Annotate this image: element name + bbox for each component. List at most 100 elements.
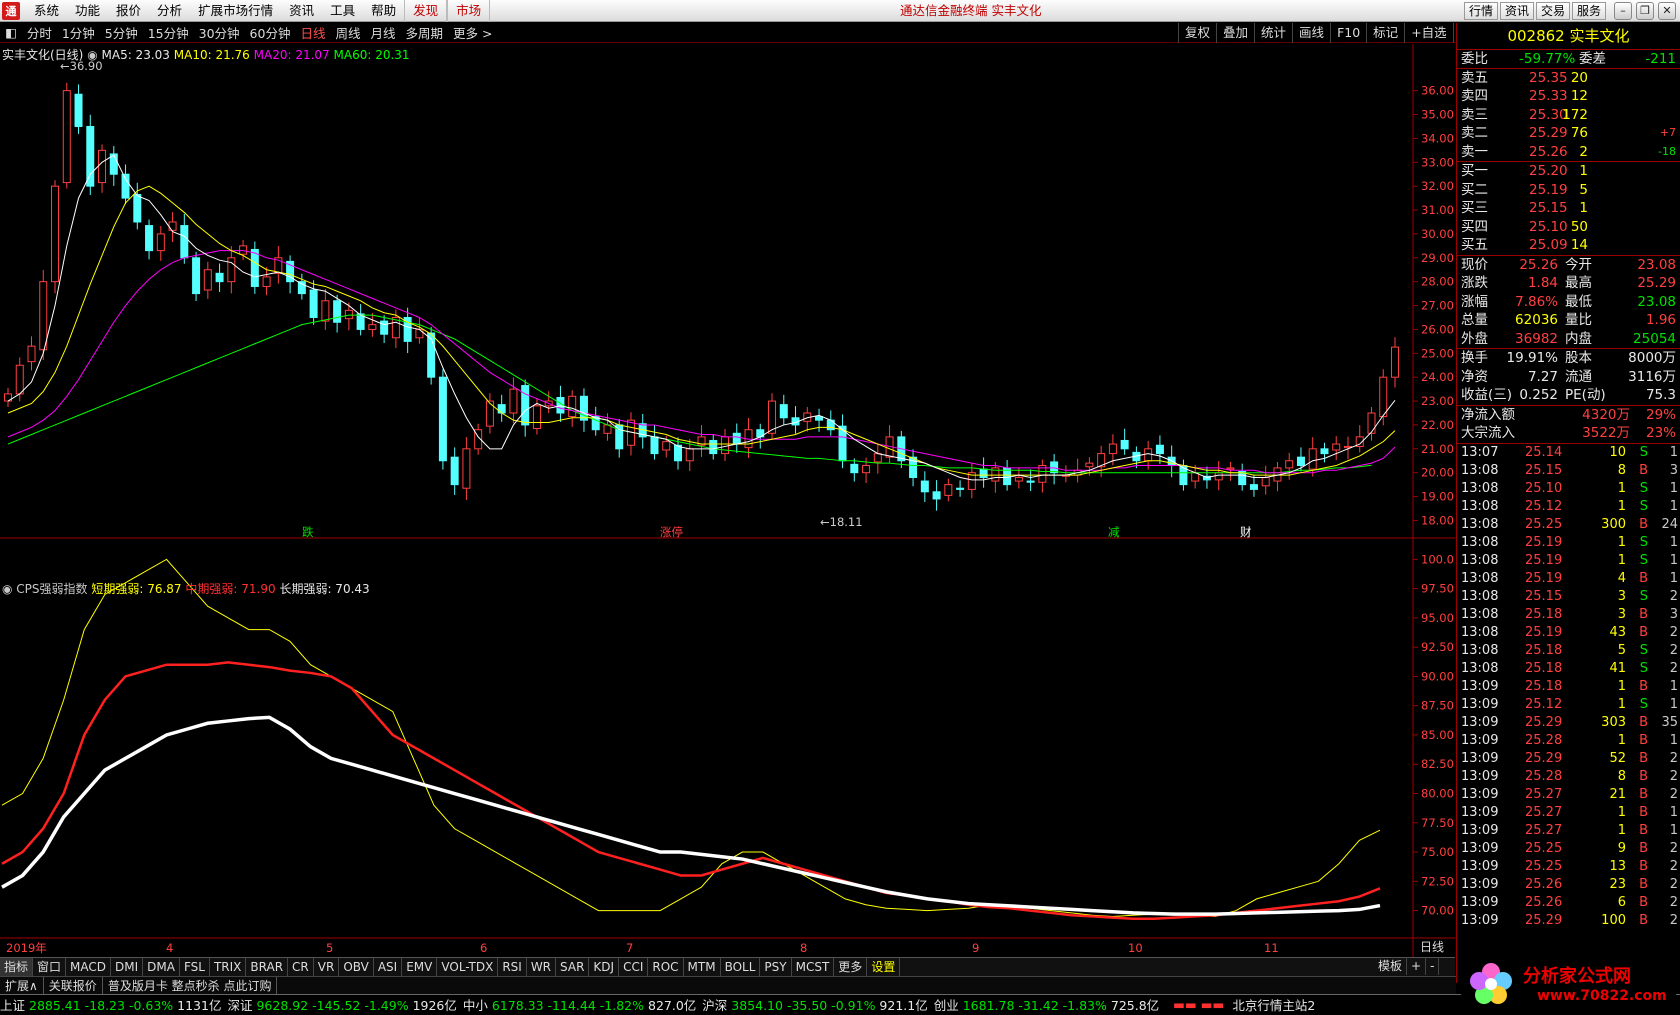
index-amount: 921.1亿 xyxy=(875,997,928,1013)
menu-quote[interactable]: 报价 xyxy=(108,0,149,22)
index-quote[interactable]: 上证 2885.41 -18.23 -0.63% 1131亿 xyxy=(0,995,221,1014)
app-logo-icon[interactable]: 通 xyxy=(2,1,20,20)
indicator-tab[interactable]: BRAR xyxy=(246,958,289,976)
panel-toggle-icon[interactable]: ◧ xyxy=(0,25,22,40)
template-button[interactable]: 模板 xyxy=(1374,957,1408,975)
zoom-out-button[interactable]: - xyxy=(1426,957,1440,975)
indicator-toggle-icon[interactable]: ◉ xyxy=(2,582,16,596)
menu-info[interactable]: 资讯 xyxy=(281,0,322,22)
menu-analysis[interactable]: 分析 xyxy=(149,0,190,22)
indicator-tab[interactable]: KDJ xyxy=(589,958,620,976)
legend-toggle-icon[interactable]: ◉ xyxy=(87,48,101,62)
menu-discover[interactable]: 发现 xyxy=(404,0,448,22)
zoom-in-button[interactable]: + xyxy=(1407,957,1427,975)
indicator-tab[interactable]: DMA xyxy=(143,958,180,976)
stat-value: 1.84 xyxy=(1527,275,1558,291)
tool-mark[interactable]: 标记 xyxy=(1366,23,1404,43)
period-tab-60min[interactable]: 60分钟 xyxy=(245,23,296,42)
indicator-tab[interactable]: RSI xyxy=(498,958,527,976)
period-tab-timeshare[interactable]: 分时 xyxy=(22,23,57,42)
index-percent: -1.49% xyxy=(360,997,409,1013)
indicator-tab[interactable]: VOL-TDX xyxy=(437,958,499,976)
index-quote[interactable]: 中小 6178.33 -114.44 -1.82% 827.0亿 xyxy=(463,995,696,1014)
indicator-tab[interactable]: 窗口 xyxy=(33,958,67,976)
period-tab-more[interactable]: 更多 > xyxy=(448,23,497,42)
indicator-tab[interactable]: BOLL xyxy=(721,958,761,976)
indicator-tab[interactable]: MTM xyxy=(684,958,721,976)
index-quote[interactable]: 深证 9628.92 -145.52 -1.49% 1926亿 xyxy=(227,995,456,1014)
indicator-tab[interactable]: 更多 xyxy=(834,958,868,976)
menu-tools[interactable]: 工具 xyxy=(322,0,363,22)
indicator-tab[interactable]: 设置 xyxy=(867,958,901,976)
promo-link[interactable]: 普及版月卡 整点秒杀 点此订购 xyxy=(103,977,278,994)
indicator-tab[interactable]: MACD xyxy=(66,958,112,976)
period-tab-multi[interactable]: 多周期 xyxy=(401,23,449,42)
tool-overlay[interactable]: 叠加 xyxy=(1216,23,1254,43)
indicator-tab[interactable]: ASI xyxy=(374,958,403,976)
indicator-tab[interactable]: FSL xyxy=(180,958,210,976)
indicator-tab[interactable]: WR xyxy=(527,958,557,976)
period-tab-weekly[interactable]: 周线 xyxy=(330,23,365,42)
tool-draw[interactable]: 画线 xyxy=(1292,23,1330,43)
period-tab-1min[interactable]: 1分钟 xyxy=(57,23,100,42)
tool-f10[interactable]: F10 xyxy=(1330,23,1366,43)
related-quote-button[interactable]: 关联报价 xyxy=(44,977,103,994)
indicator-name[interactable]: CPS强弱指数 xyxy=(16,582,87,596)
stat-label: 最高 xyxy=(1565,275,1592,291)
index-quote[interactable]: 创业 1681.78 -31.42 -1.83% 725.8亿 xyxy=(934,995,1159,1014)
menu-ext-market[interactable]: 扩展市场行情 xyxy=(190,0,281,22)
top-btn-service[interactable]: 服务 xyxy=(1572,2,1607,20)
stat-row: 涨幅 7.86% 最低 23.08 xyxy=(1457,293,1680,312)
top-btn-trade[interactable]: 交易 xyxy=(1536,2,1571,20)
tool-adjust[interactable]: 复权 xyxy=(1178,23,1216,43)
menu-function[interactable]: 功能 xyxy=(67,0,108,22)
indicator-tab[interactable]: ROC xyxy=(648,958,684,976)
menu-system[interactable]: 系统 xyxy=(26,0,67,22)
menu-market[interactable]: 市场 xyxy=(447,0,491,22)
indicator-tab[interactable]: SAR xyxy=(556,958,590,976)
restore-icon[interactable]: ❐ xyxy=(1636,2,1654,20)
indicator-tab[interactable]: DMI xyxy=(111,958,144,976)
period-tab-30min[interactable]: 30分钟 xyxy=(194,23,245,42)
top-btn-quote[interactable]: 行情 xyxy=(1464,2,1499,20)
tick-side: B xyxy=(1639,840,1648,856)
tool-add-watch[interactable]: +自选 xyxy=(1404,23,1452,43)
close-icon[interactable]: ✕ xyxy=(1658,2,1676,20)
stat-label: 今开 xyxy=(1565,256,1592,273)
index-change: -145.52 xyxy=(308,997,361,1013)
tick-list[interactable]: 13:07 25.14 10 S 1 13:08 25.15 8 B 3 13:08 25.10 1 S 1… xyxy=(1457,442,1680,930)
server-status[interactable]: 北京行情主站2 xyxy=(1232,995,1315,1014)
indicator-tab[interactable]: CCI xyxy=(619,958,649,976)
indicator-tab[interactable]: EMV xyxy=(402,958,438,976)
period-tab-monthly[interactable]: 月线 xyxy=(365,23,400,42)
tool-stats[interactable]: 统计 xyxy=(1254,23,1292,43)
period-tab-5min[interactable]: 5分钟 xyxy=(100,23,143,42)
top-btn-info[interactable]: 资讯 xyxy=(1500,2,1535,20)
tick-side: S xyxy=(1639,480,1648,496)
indicator-tab[interactable]: OBV xyxy=(339,958,374,976)
indicator-tab[interactable]: 指标 xyxy=(0,958,34,976)
tick-row: 13:09 25.29 100 B 2 xyxy=(1457,912,1680,930)
ind-y-tick-label: 87.50 xyxy=(1421,699,1454,713)
tick-time: 13:08 xyxy=(1461,606,1499,622)
menu-help[interactable]: 帮助 xyxy=(363,0,404,22)
period-tab-daily[interactable]: 日线 xyxy=(295,23,330,42)
indicator-tab[interactable]: PSY xyxy=(760,958,792,976)
minimize-icon[interactable]: – xyxy=(1614,2,1632,20)
stock-header: 002862 实丰文化 xyxy=(1457,23,1680,49)
period-label[interactable]: 日线 xyxy=(1420,938,1444,955)
expand-button[interactable]: 扩展∧ xyxy=(0,977,44,994)
indicator-tab[interactable]: TRIX xyxy=(210,958,247,976)
kline-chart[interactable]: 36.00 35.00 34.00 33.00 32.00 31.00 30.00 29.00… xyxy=(0,44,1455,957)
bid-row: 买一 25.20 1 xyxy=(1457,162,1680,181)
candle-body xyxy=(1226,467,1235,470)
tick-time: 13:09 xyxy=(1461,804,1499,820)
index-quote[interactable]: 沪深 3854.10 -35.50 -0.91% 921.1亿 xyxy=(702,995,927,1014)
candle-body xyxy=(192,257,201,295)
candle-body xyxy=(709,439,718,455)
candle-body xyxy=(815,416,824,421)
period-tab-15min[interactable]: 15分钟 xyxy=(143,23,194,42)
indicator-tab[interactable]: MCST xyxy=(792,958,835,976)
indicator-tab[interactable]: VR xyxy=(314,958,340,976)
indicator-tab[interactable]: CR xyxy=(288,958,314,976)
